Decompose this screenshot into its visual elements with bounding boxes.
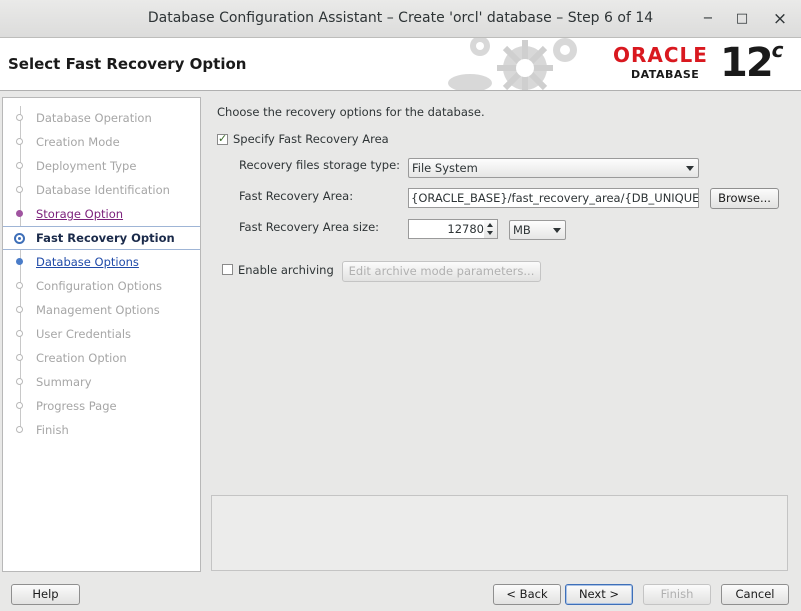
browse-button[interactable]: Browse... [710, 188, 779, 209]
fra-size-unit-value: MB [513, 223, 531, 237]
step-item: Deployment Type [3, 154, 200, 178]
next-button[interactable]: Next > [565, 584, 633, 605]
step-item: Database Operation [3, 106, 200, 130]
oracle-brand: ORACLE [613, 43, 708, 67]
step-item[interactable]: Storage Option [3, 202, 200, 226]
step-indicator-icon [16, 114, 23, 121]
step-label: Summary [36, 375, 92, 389]
step-indicator-icon [16, 138, 23, 145]
step-label: Fast Recovery Option [36, 231, 175, 245]
maximize-button[interactable]: □ [732, 9, 752, 29]
wizard-footer: Help < Back Next > Finish Cancel [0, 576, 801, 611]
version-number: 12 [720, 40, 774, 86]
step-indicator-icon [16, 402, 23, 409]
step-indicator-icon [16, 426, 23, 433]
intro-text: Choose the recovery options for the data… [217, 105, 485, 119]
step-label: Management Options [36, 303, 160, 317]
step-indicator-icon [14, 233, 25, 244]
step-item[interactable]: Database Options [3, 250, 200, 274]
back-button[interactable]: < Back [493, 584, 561, 605]
enable-archiving-label[interactable]: Enable archiving [238, 263, 334, 277]
step-label: Progress Page [36, 399, 117, 413]
fra-size-unit-select[interactable]: MB [509, 220, 566, 240]
page-title: Select Fast Recovery Option [8, 55, 247, 73]
window-titlebar: Database Configuration Assistant – Creat… [0, 0, 801, 38]
step-label: Configuration Options [36, 279, 163, 293]
step-item: Finish [3, 418, 200, 442]
oracle-logo: ORACLE DATABASE [613, 44, 708, 81]
enable-archiving-checkbox[interactable] [222, 264, 233, 275]
step-indicator-icon [16, 354, 23, 361]
specify-fra-checkbox[interactable] [217, 132, 228, 145]
fra-location-input[interactable]: {ORACLE_BASE}/fast_recovery_area/{DB_UNI… [408, 188, 699, 208]
spin-down-icon[interactable] [487, 231, 493, 235]
storage-type-value: File System [412, 161, 478, 175]
oracle-brand-sub: DATABASE [631, 68, 700, 81]
step-label: Database Identification [36, 183, 170, 197]
close-button[interactable]: × [770, 9, 790, 29]
storage-type-select[interactable]: File System [408, 158, 699, 178]
step-indicator-icon [16, 306, 23, 313]
step-label: Finish [36, 423, 69, 437]
step-indicator-icon [16, 330, 23, 337]
step-indicator-icon [16, 162, 23, 169]
step-item[interactable]: Fast Recovery Option [3, 226, 200, 250]
specify-fra-label[interactable]: Specify Fast Recovery Area [233, 132, 389, 146]
gears-decoration-icon [448, 38, 577, 90]
dropdown-arrow-icon [553, 228, 561, 233]
version-logo: 12c [720, 38, 784, 86]
step-indicator-icon [16, 282, 23, 289]
fra-size-input[interactable]: 12780 [408, 219, 488, 239]
step-label: Creation Mode [36, 135, 120, 149]
step-item: Summary [3, 370, 200, 394]
step-item: Management Options [3, 298, 200, 322]
step-label: Storage Option [36, 207, 124, 221]
fra-size-label: Fast Recovery Area size: [239, 220, 380, 234]
step-item: User Credentials [3, 322, 200, 346]
step-label: User Credentials [36, 327, 132, 341]
step-indicator-icon [16, 258, 23, 265]
step-indicator-icon [16, 210, 23, 217]
step-label: Database Options [36, 255, 139, 269]
content-panel: Choose the recovery options for the data… [204, 97, 799, 572]
edit-archive-params-button[interactable]: Edit archive mode parameters... [342, 261, 541, 282]
cancel-button[interactable]: Cancel [721, 584, 789, 605]
step-indicator-icon [16, 186, 23, 193]
step-item: Progress Page [3, 394, 200, 418]
step-item: Configuration Options [3, 274, 200, 298]
step-label: Creation Option [36, 351, 127, 365]
version-suffix: c [771, 38, 784, 62]
help-button[interactable]: Help [11, 584, 80, 605]
fra-size-spinner[interactable] [484, 219, 498, 239]
steps-sidebar: Database Operation Creation Mode Deploymen… [2, 97, 201, 572]
step-indicator-icon [16, 378, 23, 385]
dropdown-arrow-icon [686, 166, 694, 171]
finish-button[interactable]: Finish [643, 584, 711, 605]
step-label: Deployment Type [36, 159, 137, 173]
message-panel [211, 495, 788, 571]
step-item: Database Identification [3, 178, 200, 202]
storage-type-label: Recovery files storage type: [239, 158, 401, 172]
minimize-button[interactable]: − [698, 9, 718, 29]
step-label: Database Operation [36, 111, 152, 125]
spin-up-icon[interactable] [487, 223, 493, 227]
fra-location-label: Fast Recovery Area: [239, 189, 354, 203]
step-item: Creation Option [3, 346, 200, 370]
window-title: Database Configuration Assistant – Creat… [147, 10, 654, 26]
wizard-header: Select Fast Recovery Option ORACLE DATAB… [0, 38, 801, 91]
step-item: Creation Mode [3, 130, 200, 154]
